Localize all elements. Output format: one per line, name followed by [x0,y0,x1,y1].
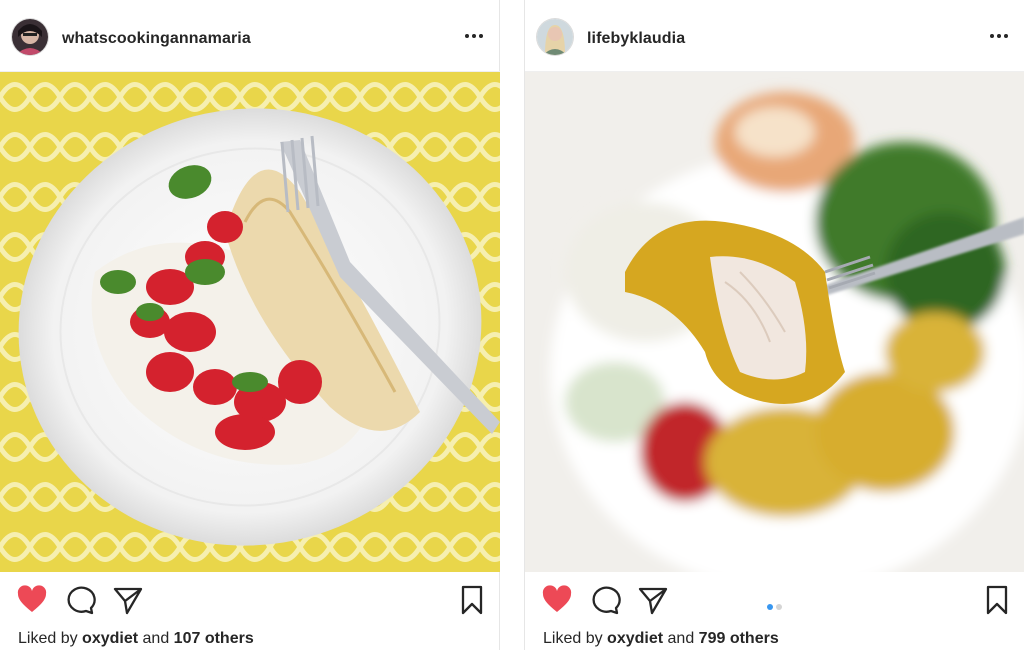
post-header: lifebyklaudia [525,0,1024,72]
likes-line: Liked by oxydiet and 107 others [18,630,254,648]
post-username[interactable]: whatscookingannamaria [62,30,251,48]
likes-prefix: Liked by [543,630,603,647]
paper-plane-icon[interactable] [112,584,144,616]
more-horizontal-icon[interactable] [987,28,1011,44]
carousel-indicator [766,598,786,610]
bookmark-icon[interactable] [981,584,1013,616]
likes-prefix: Liked by [18,630,78,647]
heart-icon[interactable] [16,584,48,616]
bookmark-icon[interactable] [456,584,488,616]
post-username[interactable]: lifebyklaudia [587,30,685,48]
likes-others[interactable]: 107 others [174,630,254,647]
comment-icon[interactable] [64,584,96,616]
post-card: whatscookingannamaria Liked by oxydiet a… [0,0,500,650]
liked-by-user[interactable]: oxydiet [82,630,138,647]
comment-icon[interactable] [589,584,621,616]
avatar[interactable] [537,19,573,55]
post-header: whatscookingannamaria [0,0,500,72]
paper-plane-icon[interactable] [637,584,669,616]
more-horizontal-icon[interactable] [462,28,486,44]
carousel-dot-inactive [776,604,782,610]
likes-line: Liked by oxydiet and 799 others [543,630,779,648]
heart-icon[interactable] [541,584,573,616]
carousel-dot-active [767,604,773,610]
post-card: lifebyklaudia Liked by oxydiet and 799 o… [524,0,1024,650]
likes-and: and [667,630,695,647]
post-photo[interactable] [525,72,1024,572]
post-photo[interactable] [0,72,500,572]
liked-by-user[interactable]: oxydiet [607,630,663,647]
likes-and: and [142,630,170,647]
avatar[interactable] [12,19,48,55]
action-bar [525,584,1024,618]
likes-others[interactable]: 799 others [699,630,779,647]
action-bar [0,584,500,618]
